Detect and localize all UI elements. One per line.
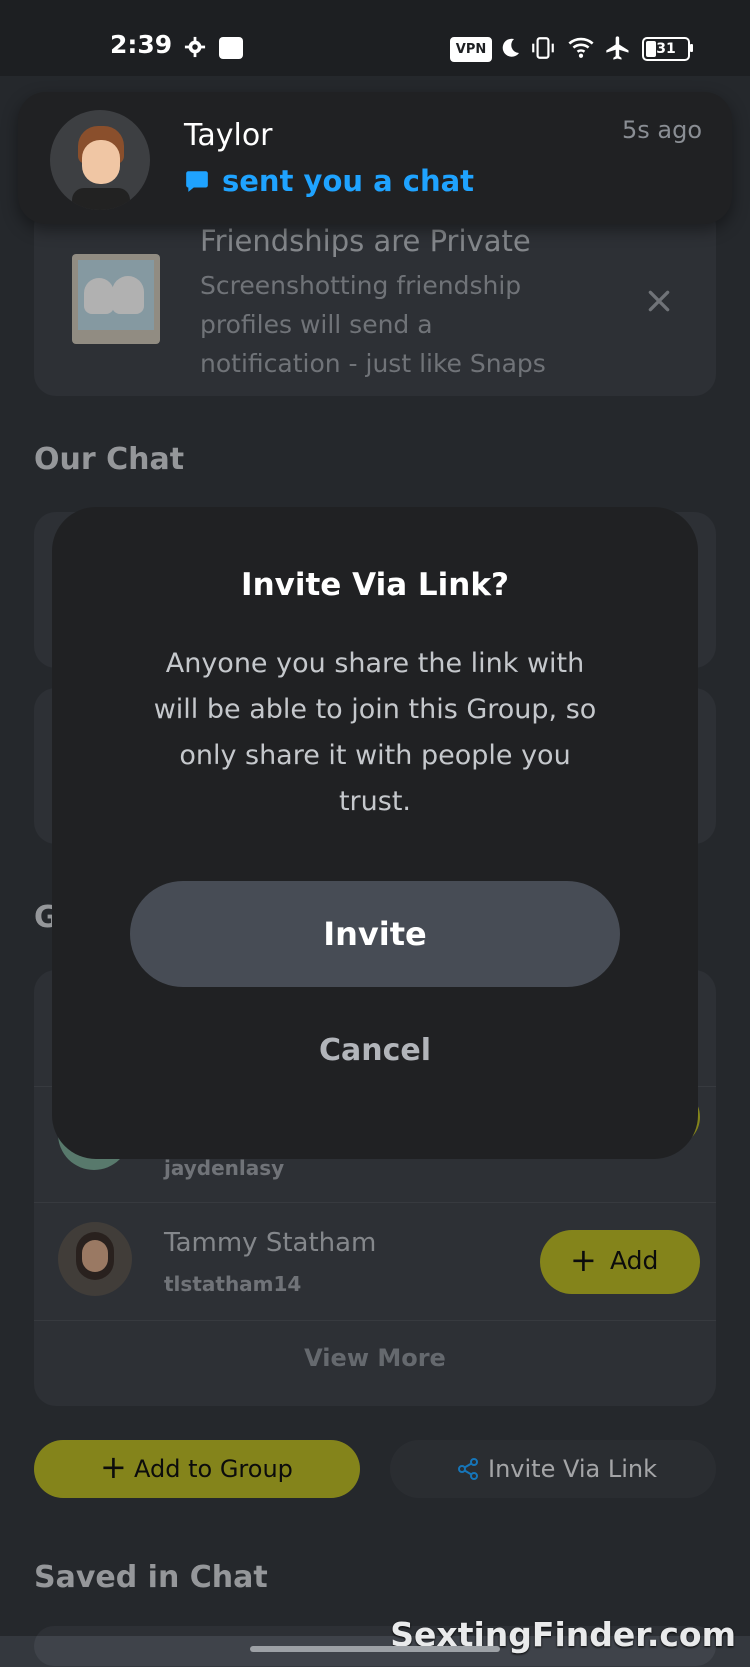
- status-bar: 2:39 VPN 31: [0, 0, 750, 76]
- gear-icon: [184, 36, 206, 58]
- moon-icon: [502, 38, 519, 57]
- dialog-body-line: will be able to join this Group, so: [153, 694, 597, 725]
- wifi-icon: [568, 37, 594, 58]
- app-notification-icon: [219, 37, 243, 59]
- invite-button[interactable]: Invite: [130, 881, 620, 987]
- vpn-icon: VPN: [450, 37, 492, 62]
- chat-bubble-icon: [186, 171, 208, 192]
- dialog-body: Anyone you share the link with will be a…: [52, 641, 698, 825]
- invite-dialog: Invite Via Link? Anyone you share the li…: [52, 507, 698, 1159]
- vibrate-icon: [532, 37, 554, 59]
- gesture-nav-bar[interactable]: [250, 1646, 500, 1652]
- dialog-body-line: trust.: [338, 786, 412, 817]
- battery-level: 31: [656, 41, 676, 57]
- notification-time: 5s ago: [621, 116, 702, 144]
- chat-notification[interactable]: Taylor sent you a chat 5s ago: [18, 92, 732, 224]
- battery-tip: [690, 44, 693, 52]
- dialog-body-line: Anyone you share the link with: [165, 648, 585, 679]
- airplane-icon: [606, 36, 629, 60]
- sender-name: Taylor: [184, 118, 273, 153]
- status-time: 2:39: [110, 30, 173, 59]
- sender-avatar: [50, 110, 150, 210]
- battery-icon: 31: [642, 37, 690, 61]
- dialog-body-line: only share it with people you: [179, 740, 571, 771]
- dialog-title: Invite Via Link?: [241, 567, 509, 603]
- notification-message: sent you a chat: [222, 164, 475, 198]
- cancel-button[interactable]: Cancel: [252, 1023, 498, 1079]
